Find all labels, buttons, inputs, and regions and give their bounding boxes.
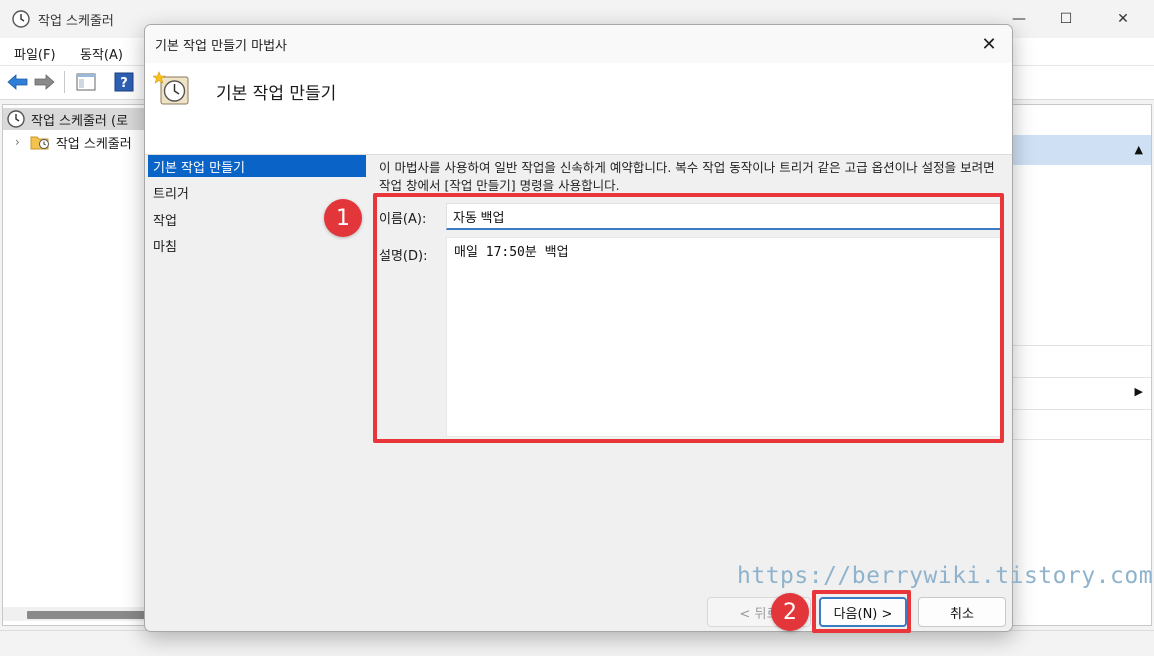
actions-divider xyxy=(1013,409,1151,410)
actions-divider xyxy=(1013,377,1151,378)
chevron-right-icon[interactable]: › xyxy=(15,135,20,149)
cancel-button[interactable]: 취소 xyxy=(918,597,1006,627)
step-badge-2: 2 xyxy=(771,593,809,631)
toolbar-separator xyxy=(64,71,65,93)
wizard-header-title: 기본 작업 만들기 xyxy=(216,84,337,104)
highlight-box-next xyxy=(812,590,911,633)
status-bar xyxy=(0,630,1154,656)
forward-arrow-icon[interactable] xyxy=(32,71,56,93)
actions-pane: ▲ ▶ xyxy=(1012,104,1152,626)
tree-root-item[interactable]: 작업 스케줄러 (로 xyxy=(3,108,151,130)
dialog-title: 기본 작업 만들기 마법사 xyxy=(155,39,287,54)
help-icon[interactable]: ? xyxy=(112,71,136,93)
dialog-close-button[interactable]: ✕ xyxy=(972,29,1006,59)
step-badge-1: 1 xyxy=(324,199,362,237)
menu-action[interactable]: 동작(A) xyxy=(80,44,123,63)
scrollbar-thumb[interactable] xyxy=(27,611,145,619)
svg-text:?: ? xyxy=(120,76,128,91)
navigation-tree: 작업 스케줄러 (로 › 작업 스케줄러 xyxy=(2,104,152,626)
menu-file[interactable]: 파일(F) xyxy=(14,44,56,63)
dialog-titlebar: 기본 작업 만들기 마법사 ✕ xyxy=(145,25,1012,63)
maximize-button[interactable]: ☐ xyxy=(1043,0,1089,38)
clock-icon xyxy=(7,110,25,128)
app-title: 작업 스케줄러 xyxy=(38,14,114,29)
tree-library-label: 작업 스케줄러 xyxy=(55,136,132,152)
tree-root-label: 작업 스케줄러 (로 xyxy=(31,113,129,129)
actions-pane-header[interactable]: ▲ xyxy=(1013,135,1151,165)
actions-divider xyxy=(1013,345,1151,346)
clock-icon xyxy=(12,10,30,28)
step-trigger[interactable]: 트리거 xyxy=(148,181,366,203)
actions-divider xyxy=(1013,439,1151,440)
tree-horizontal-scrollbar[interactable] xyxy=(3,607,151,621)
watermark-url: https://berrywiki.tistory.com xyxy=(737,563,1154,589)
step-finish[interactable]: 마침 xyxy=(148,234,366,256)
highlight-box-form xyxy=(373,193,1004,443)
folder-clock-icon xyxy=(30,134,50,150)
step-create-basic-task[interactable]: 기본 작업 만들기 xyxy=(148,155,366,177)
task-wizard-icon xyxy=(152,71,191,105)
tree-library-item[interactable]: › 작업 스케줄러 xyxy=(15,131,132,153)
show-hide-tree-icon[interactable] xyxy=(74,71,98,93)
wizard-header: 기본 작업 만들기 xyxy=(145,63,1012,155)
app-close-button[interactable]: ✕ xyxy=(1100,0,1146,38)
back-arrow-icon[interactable] xyxy=(6,71,30,93)
wizard-description: 이 마법사를 사용하여 일반 작업을 신속하게 예약합니다. 복수 작업 동작이… xyxy=(379,160,995,193)
collapse-up-icon[interactable]: ▲ xyxy=(1135,143,1143,156)
submenu-arrow-icon[interactable]: ▶ xyxy=(1135,385,1143,398)
